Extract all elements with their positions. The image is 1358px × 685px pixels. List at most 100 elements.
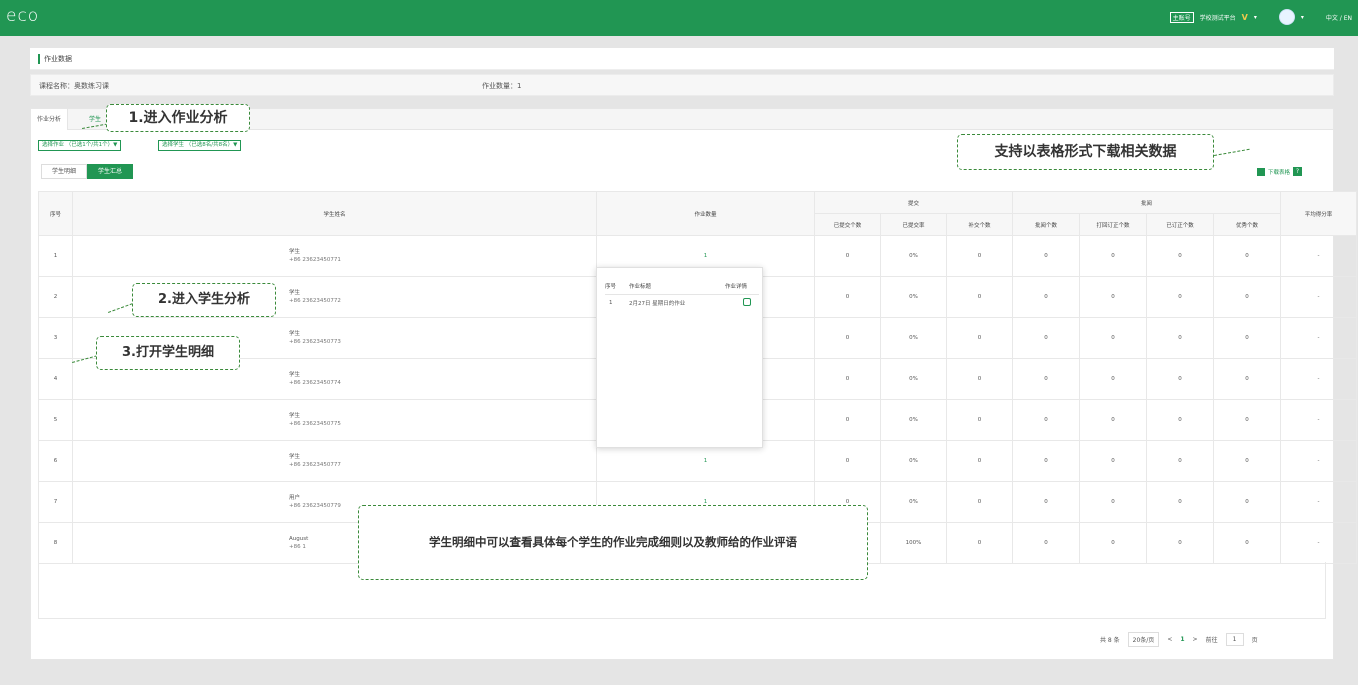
school-name[interactable]: 学校测试平台 <box>1200 13 1236 22</box>
download-table-button[interactable]: 下载表格 ? <box>1257 167 1303 176</box>
row-index: 5 <box>38 399 73 441</box>
stat-cell: 0 <box>1012 276 1081 318</box>
stat-cell: 0 <box>814 440 881 482</box>
spreadsheet-icon <box>1257 167 1265 176</box>
page-title: 作业数据 <box>38 54 72 64</box>
stat-cell: 0 <box>814 317 881 359</box>
page-size-select[interactable]: 20条/页 <box>1127 632 1160 647</box>
select-students-dropdown[interactable]: 选择学生 （已选8名/共8名）▼ <box>158 140 242 151</box>
account-badge: 主账号 <box>1169 11 1194 23</box>
top-navigation-bar: eco 主账号 学校测试平台 V ▾ ▾ 中文 / EN <box>0 0 1358 36</box>
chevron-down-icon[interactable]: ▾ <box>1254 14 1257 21</box>
student-detail-toggle[interactable]: 学生明细 <box>41 164 87 179</box>
student-name: 学生 <box>289 331 301 337</box>
header-review-group: 批阅 <box>1012 191 1282 214</box>
average-score-cell: - <box>1280 276 1358 318</box>
header-corrected-count: 已订正个数 <box>1146 213 1215 236</box>
stat-cell: 0 <box>814 276 881 318</box>
stat-cell: 0% <box>880 440 947 482</box>
stat-cell: 0 <box>1213 276 1282 318</box>
student-phone: +86 23623450773 <box>289 339 341 345</box>
stat-cell: 0 <box>945 276 1014 318</box>
course-name: 课程名称：奥数练习课 <box>39 82 109 90</box>
popover-header-title: 作业标题 <box>629 278 725 295</box>
stat-cell: 0 <box>1146 358 1215 400</box>
popover-row-title: 2月27日 星期日的作业 <box>629 301 686 308</box>
student-summary-toggle[interactable]: 学生汇总 <box>87 164 133 179</box>
stat-cell: 0 <box>1146 481 1215 523</box>
student-phone: +86 23623450771 <box>289 257 341 263</box>
header-submitted-count: 已提交个数 <box>814 213 881 236</box>
homework-detail-icon[interactable] <box>743 298 751 307</box>
stat-cell: 0 <box>1213 522 1282 564</box>
average-score-cell: - <box>1280 440 1358 482</box>
stat-cell: 0 <box>1079 481 1148 523</box>
average-score-cell: - <box>1280 481 1358 523</box>
stat-cell: 0 <box>945 481 1014 523</box>
student-name: 用户 <box>289 495 301 501</box>
stat-cell: 0 <box>1012 317 1081 359</box>
student-name: 学生 <box>289 249 301 255</box>
stat-cell: 0 <box>945 317 1014 359</box>
stat-cell: 0 <box>814 399 881 441</box>
homework-count: 作业数量：1 <box>482 82 522 90</box>
student-cell[interactable]: 学生 +86 23623450775 <box>72 399 597 441</box>
callout-detail-description: 学生明细中可以查看具体每个学生的作业完成细则以及教师给的作业评语 <box>358 505 868 580</box>
stat-cell: 0 <box>1012 481 1081 523</box>
header-student-name: 学生姓名 <box>72 191 597 236</box>
current-page[interactable]: 1 <box>1180 636 1184 643</box>
stat-cell: 0 <box>1213 358 1282 400</box>
select-homework-dropdown[interactable]: 选择作业 （已选1个/共1个）▼ <box>38 140 122 151</box>
average-score-cell: - <box>1280 358 1358 400</box>
stat-cell: 0 <box>1213 481 1282 523</box>
vip-icon: V <box>1241 12 1248 22</box>
stat-cell: 0 <box>1079 235 1148 277</box>
callout-enter-homework-analysis: 1.进入作业分析 <box>106 104 250 132</box>
student-name: 学生 <box>289 413 301 419</box>
prev-page-button[interactable]: < <box>1167 636 1172 643</box>
language-switch[interactable]: 中文 / EN <box>1326 13 1352 22</box>
stat-cell: 0% <box>880 235 947 277</box>
stat-cell: 0 <box>945 522 1014 564</box>
stat-cell: 0 <box>1213 235 1282 277</box>
stat-cell: 0 <box>1213 440 1282 482</box>
help-icon[interactable]: ? <box>1293 167 1303 176</box>
row-index: 6 <box>38 440 73 482</box>
average-score-cell: - <box>1280 317 1358 359</box>
stat-cell: 0 <box>1146 522 1215 564</box>
stat-cell: 0 <box>1012 235 1081 277</box>
student-name: 学生 <box>289 454 301 460</box>
header-returned-count: 打回订正个数 <box>1079 213 1148 236</box>
pagination: 共 8 条 20条/页 < 1 > 前往 1 页 <box>1100 632 1258 647</box>
row-index: 1 <box>38 235 73 277</box>
avatar[interactable] <box>1278 9 1295 25</box>
stat-cell: 0 <box>1213 317 1282 359</box>
stat-cell: 0 <box>1079 399 1148 441</box>
page-header: 作业数据 <box>30 48 1334 70</box>
eco-logo[interactable]: eco <box>6 6 39 26</box>
stat-cell: 0 <box>945 440 1014 482</box>
row-index: 3 <box>38 317 73 359</box>
page-jump-input[interactable]: 1 <box>1225 633 1244 646</box>
chevron-down-icon[interactable]: ▾ <box>1301 14 1304 21</box>
header-excellent-count: 优秀个数 <box>1213 213 1282 236</box>
student-name: 学生 <box>289 372 301 378</box>
student-phone: +86 23623450775 <box>289 421 341 427</box>
page-unit: 页 <box>1251 637 1258 644</box>
stat-cell: 0% <box>880 276 947 318</box>
row-index: 4 <box>38 358 73 400</box>
student-cell[interactable]: 学生 +86 23623450771 <box>72 235 597 277</box>
stat-cell: 0 <box>1146 235 1215 277</box>
average-score-cell: - <box>1280 399 1358 441</box>
stat-cell: 0 <box>945 358 1014 400</box>
download-label: 下载表格 <box>1268 169 1291 176</box>
header-homework-count: 作业数量 <box>596 191 815 236</box>
student-cell[interactable]: 学生 +86 23623450777 <box>72 440 597 482</box>
row-index: 2 <box>38 276 73 318</box>
stat-cell: 100% <box>880 522 947 564</box>
header-late-count: 补交个数 <box>945 213 1014 236</box>
stat-cell: 0 <box>814 358 881 400</box>
next-page-button[interactable]: > <box>1193 636 1198 643</box>
stat-cell: 0% <box>880 399 947 441</box>
tab-homework-analysis[interactable]: 作业分析 <box>31 109 69 130</box>
